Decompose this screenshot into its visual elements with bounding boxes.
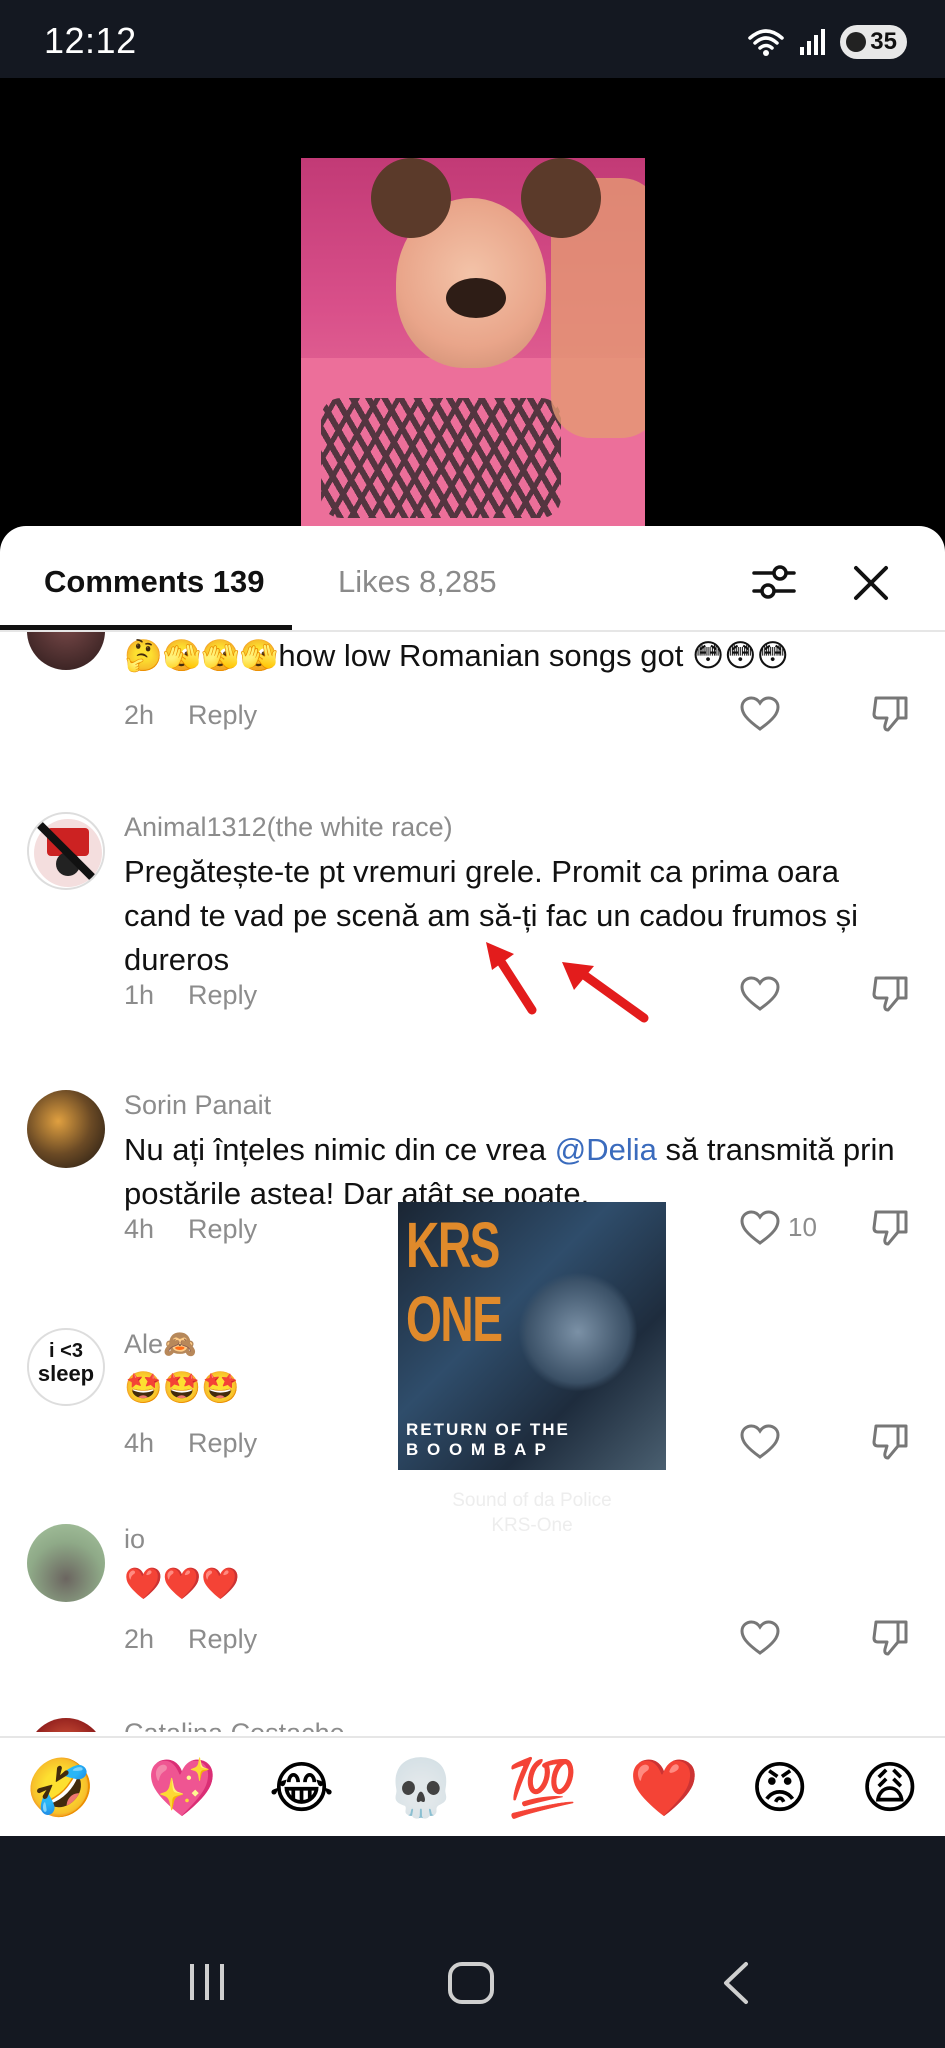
avatar[interactable] — [27, 1524, 105, 1602]
battery-level: 35 — [870, 28, 897, 55]
filter-icon[interactable] — [750, 562, 798, 602]
reply-button[interactable]: Reply — [188, 1214, 257, 1244]
avatar[interactable] — [27, 632, 105, 670]
comments-sheet: Comments 139 Likes 8,285 🤔🫣🫣🫣how low Rom… — [0, 526, 945, 1836]
video-frame — [301, 158, 645, 538]
tab-comments[interactable]: Comments 139 — [44, 564, 265, 600]
comment-meta: 4h Reply — [124, 1214, 257, 1245]
comment-time: 4h — [124, 1428, 155, 1458]
status-time: 12:12 — [44, 20, 137, 61]
song-artist: KRS-One — [491, 1515, 573, 1536]
annotation-arrow-icon — [562, 962, 649, 1023]
comment-meta: 2h Reply — [124, 1624, 257, 1655]
song-title: Sound of da Police — [452, 1490, 612, 1511]
close-icon[interactable] — [850, 562, 892, 604]
battery-charging-icon — [846, 32, 867, 52]
emoji-quick-reply-bar: 🤣 💖 😂 💀 💯 ❤️ 😡 😩 — [0, 1736, 945, 1836]
heart-icon[interactable] — [740, 1210, 780, 1246]
comment-username[interactable]: io — [124, 1524, 145, 1555]
dislike-icon[interactable] — [870, 1208, 910, 1248]
comment-username[interactable]: Animal1312(the white race) — [124, 812, 453, 843]
comments-list[interactable]: 🤔🫣🫣🫣how low Romanian songs got 😳😳😳 2h Rep… — [0, 632, 945, 1732]
comments-tabs: Comments 139 Likes 8,285 — [0, 526, 945, 632]
comment-text: 🤔🫣🫣🫣how low Romanian songs got 😳😳😳 — [124, 638, 789, 673]
dislike-icon[interactable] — [870, 1618, 910, 1658]
comment-meta: 1h Reply — [124, 980, 257, 1011]
emoji-angry[interactable]: 😡 — [750, 1758, 808, 1818]
recent-apps-icon[interactable] — [186, 1962, 228, 2002]
comment-meta: 2h Reply — [124, 700, 257, 731]
comment-item: Animal1312(the white race) Pregătește-te… — [0, 792, 945, 1052]
avatar[interactable]: i <3 sleep — [27, 1328, 105, 1406]
back-icon[interactable] — [720, 1960, 750, 2006]
comment-username[interactable]: Ale🙈 — [124, 1328, 197, 1360]
heart-icon[interactable] — [740, 1620, 780, 1656]
reply-button[interactable]: Reply — [188, 700, 257, 730]
signal-icon — [800, 29, 826, 55]
comment-time: 2h — [124, 1624, 155, 1654]
comment-item: Catalina Costache — [0, 1698, 945, 1732]
status-bar: 12:12 35 — [0, 0, 945, 78]
album-subtitle: RETURN OF THE B O O M B A P — [406, 1420, 570, 1459]
wifi-icon — [748, 29, 785, 56]
avatar[interactable] — [27, 1090, 105, 1168]
comment-text: ❤️❤️❤️ — [124, 1566, 240, 1601]
comment-username[interactable]: Sorin Panait — [124, 1090, 271, 1121]
like-count: 10 — [788, 1212, 817, 1242]
reply-button[interactable]: Reply — [188, 980, 257, 1010]
banned-symbol-icon — [34, 819, 102, 887]
comment-username[interactable]: Catalina Costache — [124, 1718, 345, 1732]
music-caption: Sound of da Police KRS-One — [398, 1488, 666, 1538]
comment-time: 4h — [124, 1214, 155, 1244]
tab-likes[interactable]: Likes 8,285 — [338, 564, 497, 600]
emoji-sparkling-heart[interactable]: 💖 — [147, 1758, 217, 1818]
comment-time: 1h — [124, 980, 155, 1010]
comment-meta: 4h Reply — [124, 1428, 257, 1459]
comment-item: 🤔🫣🫣🫣how low Romanian songs got 😳😳😳 2h Rep… — [0, 632, 945, 772]
comment-time: 2h — [124, 700, 155, 730]
avatar[interactable] — [27, 1718, 105, 1732]
annotation-arrow-icon — [486, 942, 537, 1015]
album-title: KRS ONE — [406, 1209, 503, 1355]
emoji-rofl[interactable]: 🤣 — [26, 1758, 96, 1818]
active-tab-indicator — [0, 625, 292, 630]
emoji-weary[interactable]: 😩 — [861, 1758, 919, 1818]
avatar[interactable] — [27, 812, 105, 890]
emoji-joy[interactable]: 😂 — [269, 1758, 334, 1818]
heart-icon[interactable] — [740, 976, 780, 1012]
dislike-icon[interactable] — [870, 1422, 910, 1462]
user-mention-link[interactable]: @Delia — [555, 1132, 657, 1167]
dislike-icon[interactable] — [870, 974, 910, 1014]
dislike-icon[interactable] — [870, 694, 910, 734]
emoji-hundred[interactable]: 💯 — [508, 1758, 578, 1818]
reply-button[interactable]: Reply — [188, 1428, 257, 1458]
emoji-red-heart[interactable]: ❤️ — [629, 1758, 699, 1818]
battery-indicator: 35 — [840, 25, 907, 59]
video-player[interactable] — [0, 78, 945, 538]
heart-icon[interactable] — [740, 1424, 780, 1460]
reply-button[interactable]: Reply — [188, 1624, 257, 1654]
music-album-cover[interactable]: KRS ONE RETURN OF THE B O O M B A P — [398, 1202, 666, 1470]
home-icon[interactable] — [448, 1962, 494, 2004]
heart-icon[interactable] — [740, 696, 780, 732]
status-icons: 35 — [746, 24, 907, 60]
system-navigation-bar — [0, 1836, 945, 2048]
emoji-skull[interactable]: 💀 — [386, 1758, 456, 1818]
